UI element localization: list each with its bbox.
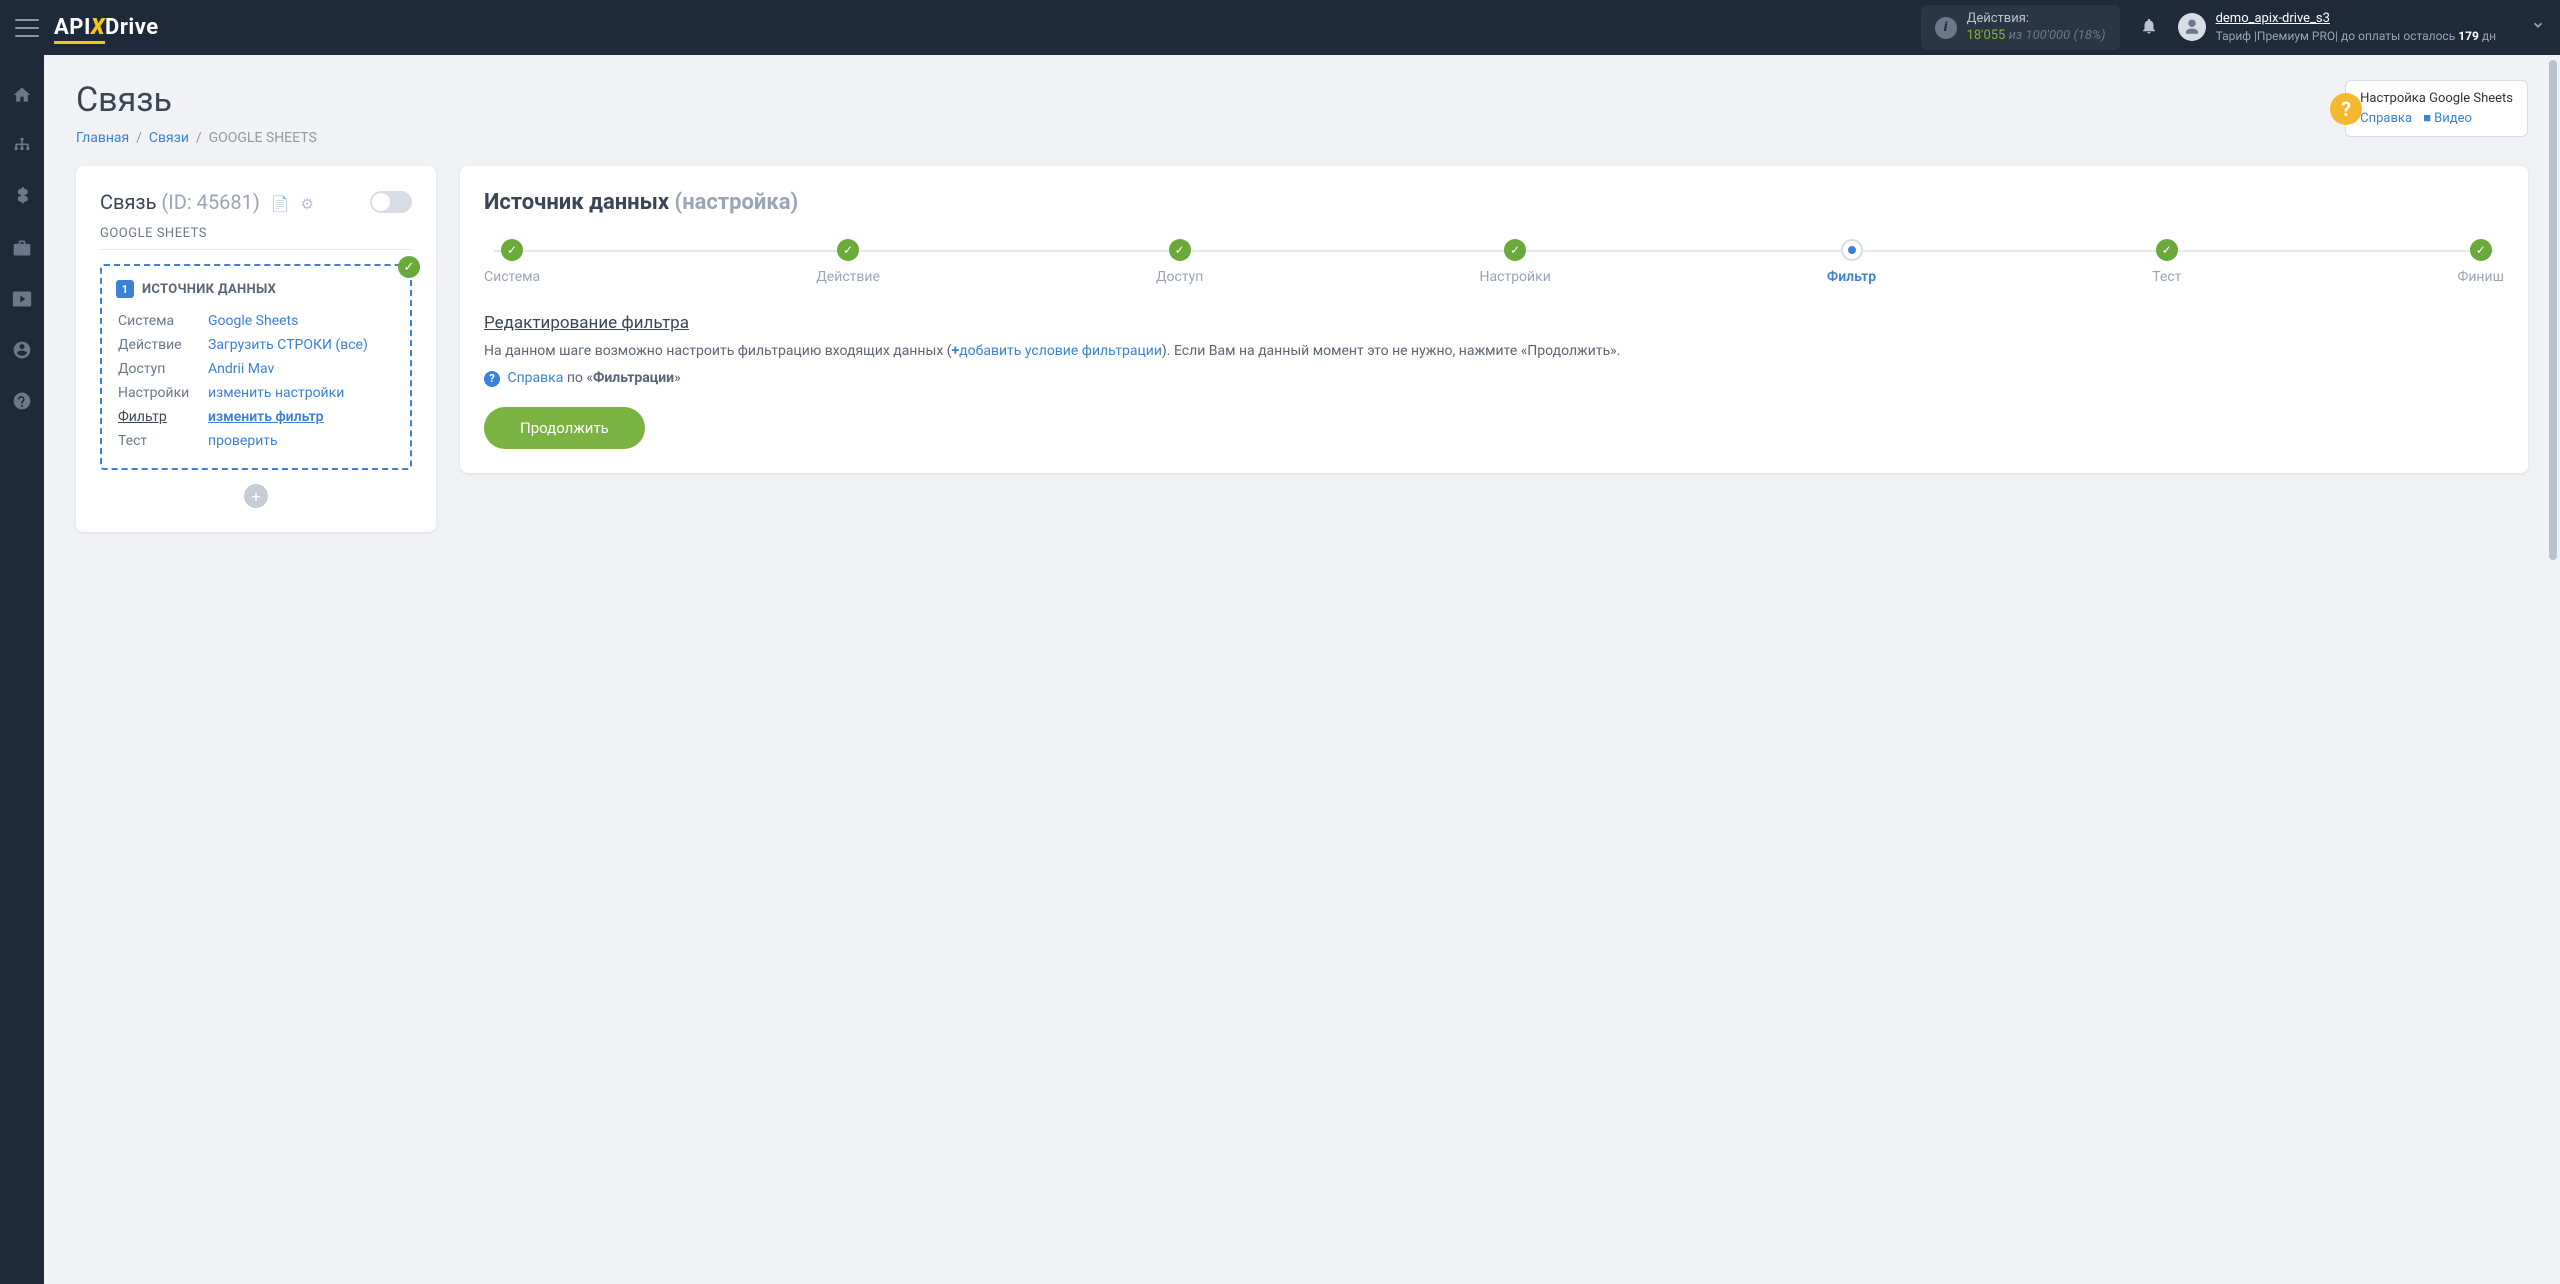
check-icon: ✓ bbox=[398, 256, 420, 278]
conn-subtitle: GOOGLE SHEETS bbox=[100, 226, 412, 250]
copy-icon[interactable]: 📄 bbox=[271, 195, 290, 213]
add-button[interactable]: + bbox=[244, 484, 268, 508]
row-settings: Настройкиизменить настройки bbox=[118, 382, 394, 404]
bell-icon[interactable] bbox=[2140, 16, 2158, 40]
continue-button[interactable]: Продолжить bbox=[484, 407, 645, 449]
profile-icon[interactable] bbox=[12, 340, 32, 365]
settings-title: Источник данных (настройка) bbox=[484, 190, 2504, 215]
chevron-down-icon bbox=[2531, 18, 2545, 36]
filter-help-link[interactable]: Справка bbox=[507, 370, 563, 386]
info-icon: i bbox=[1935, 17, 1957, 39]
actions-label: Действия: bbox=[1967, 11, 2106, 28]
row-filter: Фильтризменить фильтр bbox=[118, 406, 394, 428]
briefcase-icon[interactable] bbox=[12, 238, 32, 263]
actions-counter[interactable]: i Действия: 18'055 из 100'000 (18%) bbox=[1921, 5, 2120, 51]
filter-title: Редактирование фильтра bbox=[484, 313, 2504, 333]
crumb-home[interactable]: Главная bbox=[76, 130, 129, 146]
help-box: ? Настройка Google Sheets Справка ■Видео bbox=[2345, 80, 2528, 137]
crumb-connections[interactable]: Связи bbox=[149, 130, 189, 146]
question-icon: ? bbox=[2330, 93, 2362, 125]
menu-icon[interactable] bbox=[15, 19, 39, 37]
home-icon[interactable] bbox=[12, 85, 32, 110]
help-box-title: Настройка Google Sheets bbox=[2360, 91, 2513, 106]
source-header: 1 ИСТОЧНИК ДАННЫХ bbox=[116, 280, 396, 298]
step-action[interactable]: ✓Действие bbox=[816, 239, 880, 285]
enable-toggle[interactable] bbox=[370, 191, 412, 213]
user-name: demo_apix-drive_s3 bbox=[2216, 10, 2496, 28]
connections-icon[interactable] bbox=[12, 136, 32, 161]
step-access[interactable]: ✓Доступ bbox=[1156, 239, 1203, 285]
step-finish[interactable]: ✓Финиш bbox=[2458, 239, 2504, 285]
step-filter[interactable]: Фильтр bbox=[1827, 239, 1876, 285]
filter-description: На данном шаге возможно настроить фильтр… bbox=[484, 341, 2504, 362]
logo[interactable]: APIXDrive bbox=[54, 15, 159, 40]
row-system: СистемаGoogle Sheets bbox=[118, 310, 394, 332]
crumb-current: GOOGLE SHEETS bbox=[209, 130, 317, 146]
info-icon: ? bbox=[484, 371, 500, 387]
main-content: Связь Главная / Связи / GOOGLE SHEETS ? … bbox=[44, 55, 2560, 557]
connection-card: Связь (ID: 45681) 📄 ⚙ GOOGLE SHEETS ✓ 1 … bbox=[76, 166, 436, 532]
row-action: ДействиеЗагрузить СТРОКИ (все) bbox=[118, 334, 394, 356]
step-system[interactable]: ✓Система bbox=[484, 239, 540, 285]
step-settings[interactable]: ✓Настройки bbox=[1480, 239, 1551, 285]
add-filter-link[interactable]: добавить условие фильтрации bbox=[959, 343, 1162, 359]
settings-card: Источник данных (настройка) ✓Система ✓Де… bbox=[460, 166, 2528, 473]
billing-icon[interactable] bbox=[12, 187, 32, 212]
conn-title: Связь (ID: 45681) 📄 ⚙ bbox=[100, 190, 314, 214]
scrollbar[interactable] bbox=[2549, 60, 2557, 560]
video-link[interactable]: Видео bbox=[2434, 111, 2472, 126]
help-line: ? Справка по «Фильтрации» bbox=[484, 370, 2504, 387]
topbar: APIXDrive i Действия: 18'055 из 100'000 … bbox=[0, 0, 2560, 55]
user-tariff: Тариф |Премиум PRO| до оплаты осталось 1… bbox=[2216, 28, 2496, 45]
breadcrumb: Главная / Связи / GOOGLE SHEETS bbox=[76, 130, 317, 146]
gear-icon[interactable]: ⚙ bbox=[300, 195, 313, 213]
help-link[interactable]: Справка bbox=[2360, 111, 2412, 126]
row-access: ДоступAndrii Mav bbox=[118, 358, 394, 380]
sidebar bbox=[0, 55, 44, 1284]
user-menu[interactable]: demo_apix-drive_s3 Тариф |Премиум PRO| д… bbox=[2178, 10, 2545, 45]
help-icon[interactable] bbox=[12, 391, 32, 416]
source-box: ✓ 1 ИСТОЧНИК ДАННЫХ СистемаGoogle Sheets… bbox=[100, 264, 412, 470]
avatar-icon bbox=[2178, 13, 2206, 41]
page-title: Связь bbox=[76, 80, 317, 120]
step-test[interactable]: ✓Тест bbox=[2152, 239, 2181, 285]
row-test: Тестпроверить bbox=[118, 430, 394, 452]
camera-icon: ■ bbox=[2423, 111, 2431, 126]
video-icon[interactable] bbox=[12, 289, 32, 314]
progress-steps: ✓Система ✓Действие ✓Доступ ✓Настройки Фи… bbox=[484, 239, 2504, 285]
